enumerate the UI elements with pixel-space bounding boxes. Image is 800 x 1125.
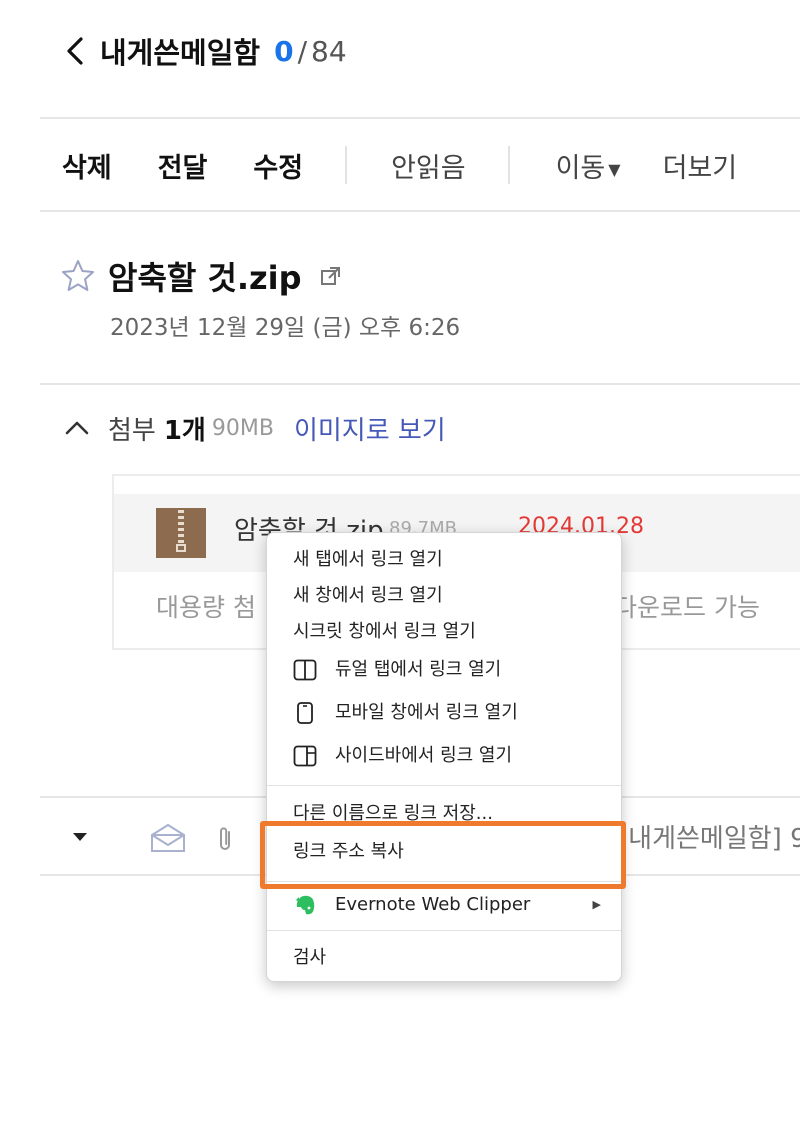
highlight-box xyxy=(260,821,626,889)
dual-tab-icon xyxy=(293,659,317,681)
attachment-header: 첨부 1개 90MB 이미지로 보기 xyxy=(64,408,446,448)
menu-item-open-mobile-window[interactable]: 모바일 창에서 링크 열기 xyxy=(267,695,621,731)
menu-separator xyxy=(267,785,621,786)
divider xyxy=(40,117,800,119)
mailbox-title: 내게쓴메일함 xyxy=(100,36,261,70)
mail-date: 2023년 12월 29일 (금) 오후 6:26 xyxy=(110,315,461,341)
menu-item-inspect[interactable]: 검사 xyxy=(267,940,621,976)
forward-button[interactable]: 전달 xyxy=(158,146,208,185)
menu-item-label: 듀얼 탭에서 링크 열기 xyxy=(335,659,502,680)
menu-item-open-secret-window[interactable]: 시크릿 창에서 링크 열기 xyxy=(267,614,621,650)
back-arrow-icon[interactable] xyxy=(62,36,88,66)
mail-subject: 암축할 것.zip xyxy=(108,259,302,297)
large-attachment-note: 대용량 첨 xyxy=(156,593,256,622)
menu-item-open-new-tab[interactable]: 새 탭에서 링크 열기 xyxy=(267,542,621,578)
menu-item-open-new-window[interactable]: 새 창에서 링크 열기 xyxy=(267,578,621,614)
star-icon[interactable] xyxy=(60,258,96,294)
menu-item-evernote-web-clipper[interactable]: Evernote Web Clipper ▶ xyxy=(267,887,621,923)
menu-item-label: 사이드바에서 링크 열기 xyxy=(335,745,513,766)
toolbar-divider xyxy=(507,146,510,184)
menu-item-open-dual-tab[interactable]: 듀얼 탭에서 링크 열기 xyxy=(267,652,621,688)
edit-button[interactable]: 수정 xyxy=(253,146,303,185)
menu-separator xyxy=(267,930,621,931)
divider xyxy=(40,210,800,212)
attachment-label: 첨부 xyxy=(108,415,156,446)
view-as-image-link[interactable]: 이미지로 보기 xyxy=(294,410,446,447)
evernote-elephant-icon xyxy=(296,895,315,915)
mobile-window-icon xyxy=(297,702,313,724)
sidebar-icon xyxy=(293,745,317,767)
download-available-note: 다운로드 가능 xyxy=(614,593,760,622)
mail-subject-row: 암축할 것.zip xyxy=(60,250,342,302)
move-button[interactable]: 이동 ▼ xyxy=(556,146,621,185)
opened-envelope-icon xyxy=(151,824,185,852)
caret-down-icon: ▼ xyxy=(608,159,621,179)
move-label: 이동 xyxy=(555,152,606,184)
mail-toolbar: 삭제 전달 수정 안읽음 이동 ▼ 더보기 xyxy=(62,140,737,190)
open-in-new-window-icon[interactable] xyxy=(320,265,342,287)
menu-item-label: 모바일 창에서 링크 열기 xyxy=(335,702,518,723)
toolbar-divider xyxy=(345,146,348,184)
attachment-total-size: 90MB xyxy=(211,415,274,441)
count-separator: / xyxy=(297,34,308,68)
more-button[interactable]: 더보기 xyxy=(663,146,738,185)
mark-unread-button[interactable]: 안읽음 xyxy=(391,146,466,185)
collapse-chevron-icon[interactable] xyxy=(64,418,90,438)
attachment-count: 1개 xyxy=(163,415,206,446)
zip-file-icon xyxy=(156,508,206,558)
mailbox-header: 내게쓴메일함 0 / 84 xyxy=(62,26,347,76)
delete-button[interactable]: 삭제 xyxy=(62,146,112,185)
dropdown-triangle-icon[interactable] xyxy=(72,832,88,842)
mail-row-subject[interactable]: [내게쓴메일함] 9 xyxy=(618,818,800,855)
menu-item-label: Evernote Web Clipper xyxy=(335,894,531,915)
submenu-arrow-icon: ▶ xyxy=(592,898,601,911)
unread-count: 0 xyxy=(274,34,294,68)
total-count: 84 xyxy=(311,34,347,68)
context-menu: 새 탭에서 링크 열기 새 창에서 링크 열기 시크릿 창에서 링크 열기 듀얼… xyxy=(266,532,622,982)
menu-item-open-sidebar[interactable]: 사이드바에서 링크 열기 xyxy=(267,738,621,774)
paperclip-icon xyxy=(220,827,230,850)
divider xyxy=(40,383,800,385)
